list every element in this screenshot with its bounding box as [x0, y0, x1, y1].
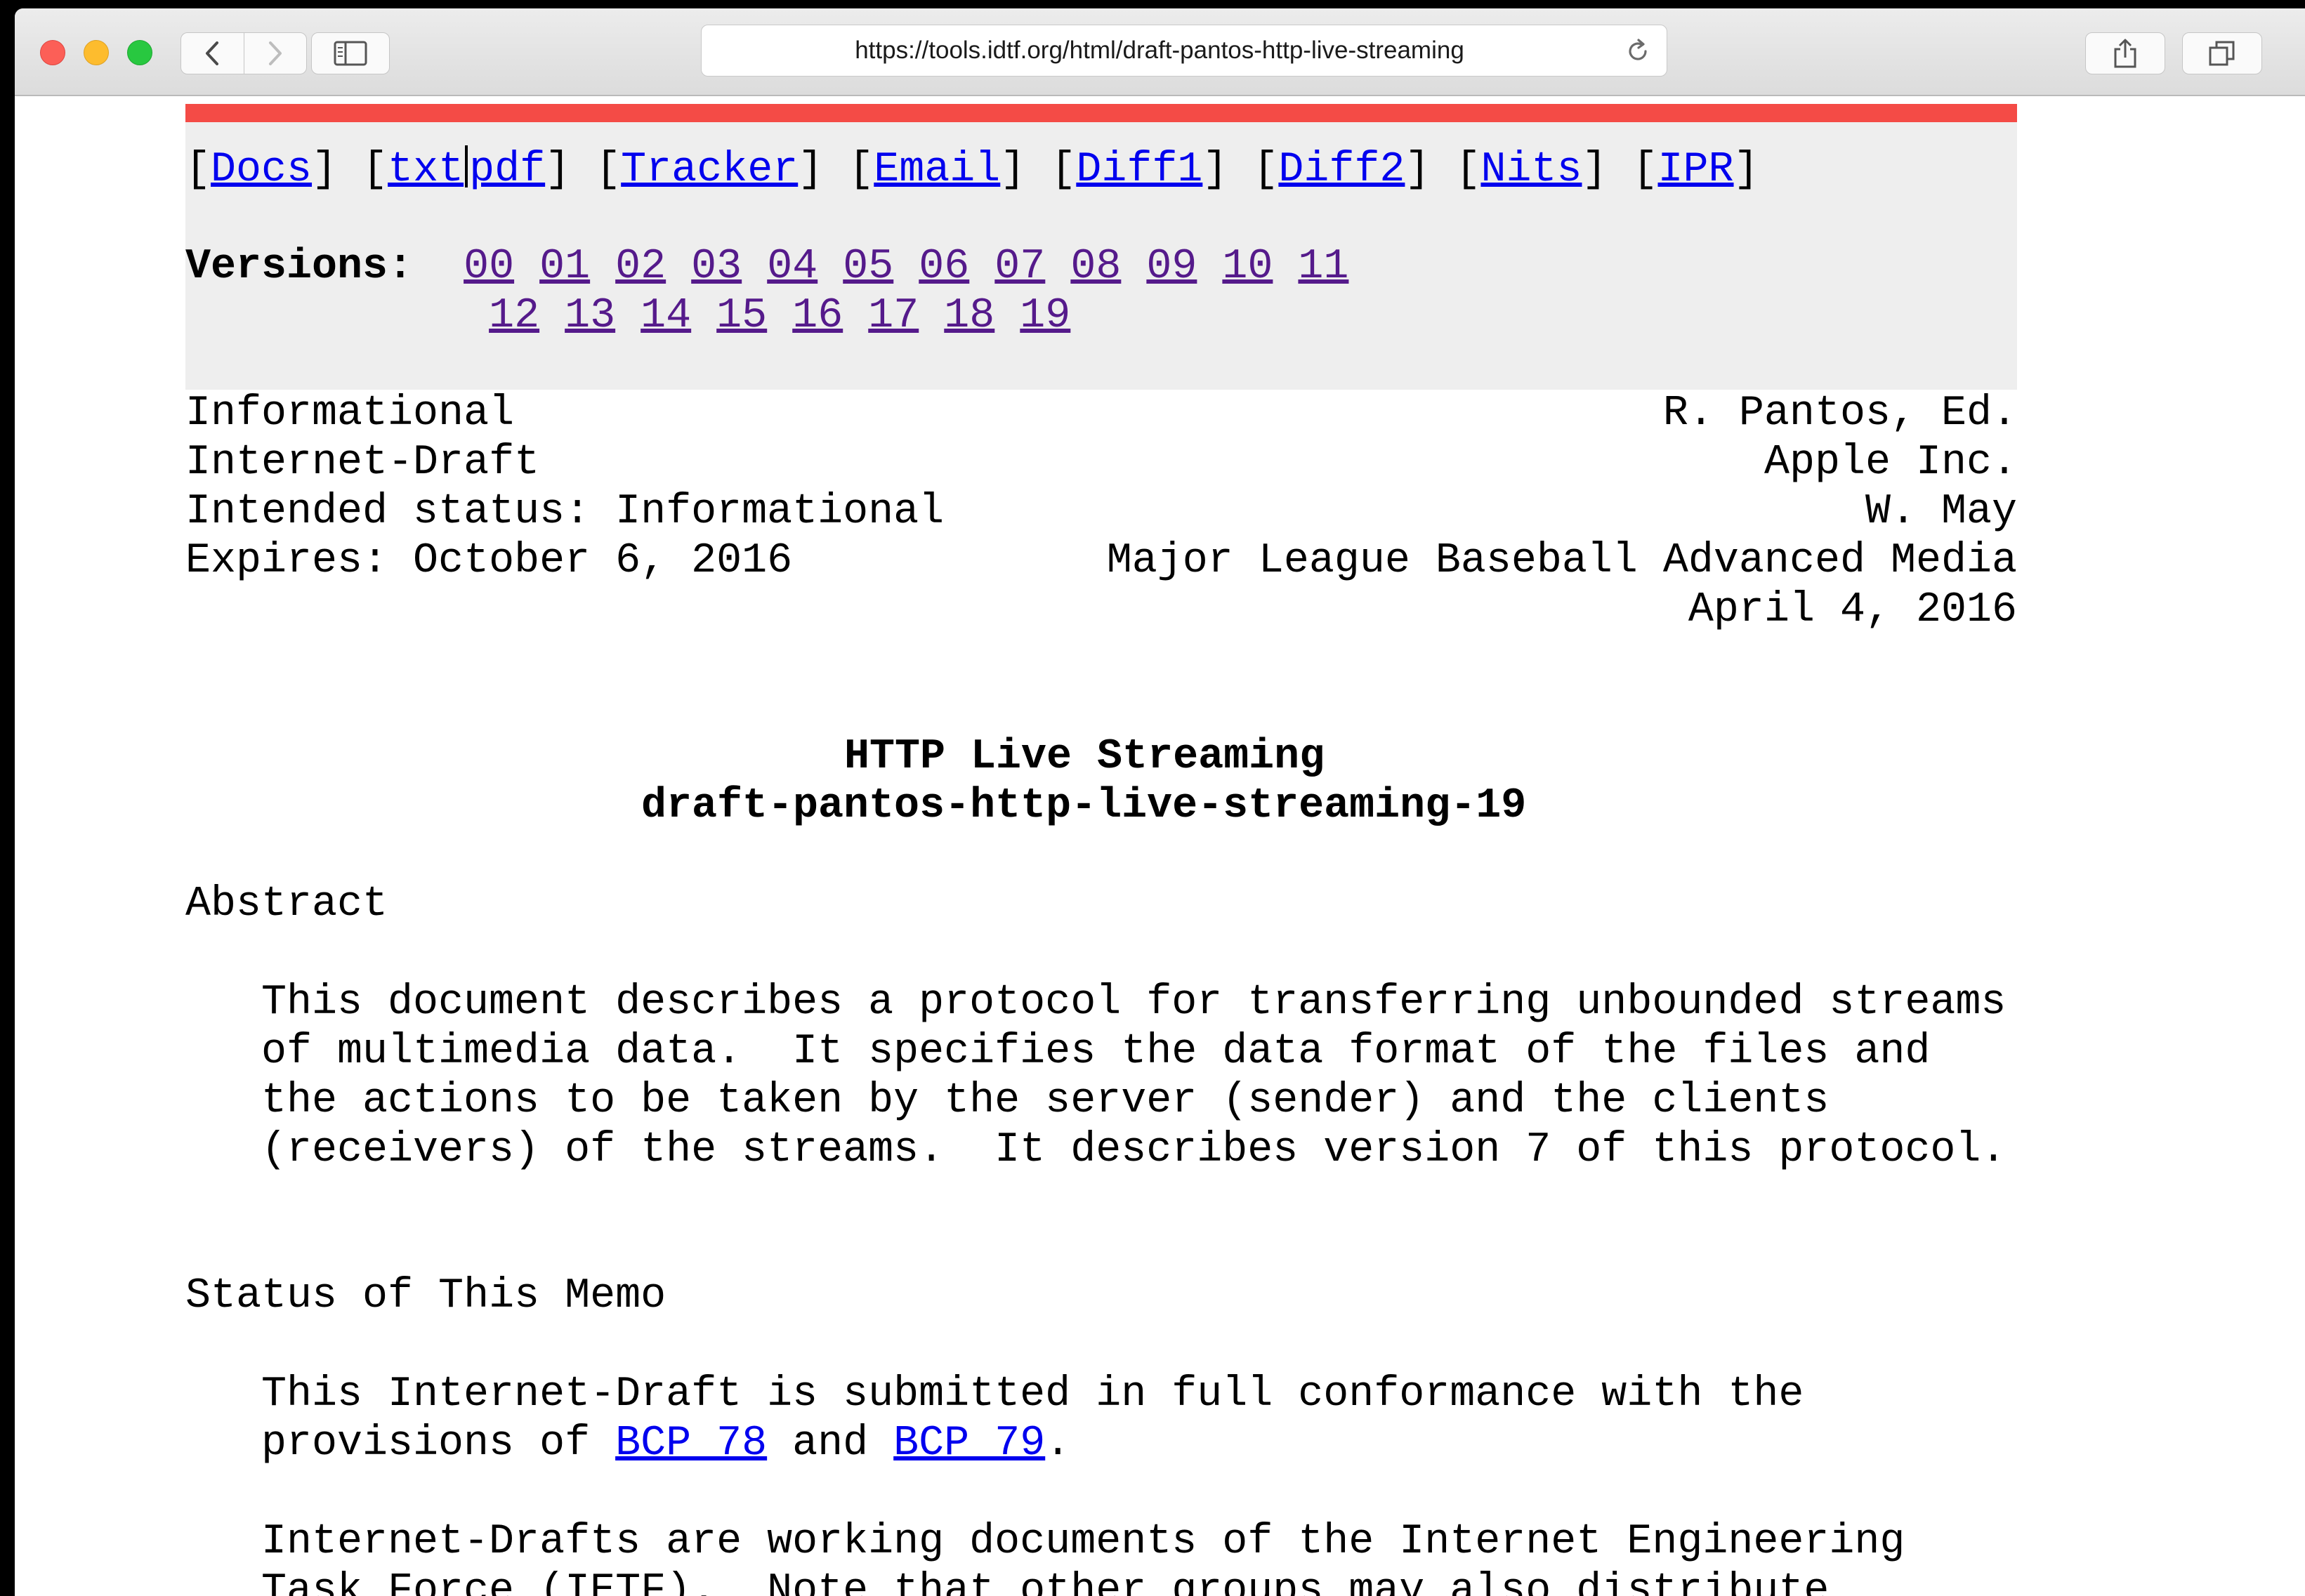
status-memo-text: and — [767, 1420, 894, 1468]
status-memo-line: This Internet-Draft is submitted in full… — [261, 1371, 1804, 1418]
maximize-window-button[interactable] — [127, 40, 152, 65]
status-memo-text: . — [1045, 1420, 1071, 1468]
version-link[interactable]: 17 — [868, 292, 919, 340]
share-button[interactable] — [2085, 32, 2165, 74]
version-link[interactable]: 13 — [565, 292, 615, 340]
abstract-heading: Abstract — [185, 881, 388, 928]
header-right-line: W. May — [1865, 488, 2017, 536]
navigation-buttons — [180, 32, 307, 74]
link-separator — [465, 145, 468, 187]
docs-link[interactable]: Docs — [211, 146, 312, 194]
tracker-link[interactable]: Tracker — [621, 146, 798, 194]
sidebar-icon — [334, 41, 367, 66]
abstract-line: (receivers) of the streams. It describes… — [261, 1126, 2007, 1174]
diff2-link[interactable]: Diff2 — [1278, 146, 1405, 194]
browser-toolbar: https://tools.idtf.org/html/draft-pantos… — [15, 8, 2305, 96]
header-right-line: April 4, 2016 — [1688, 586, 2017, 634]
version-link[interactable]: 18 — [944, 292, 994, 340]
version-link[interactable]: 11 — [1298, 243, 1348, 291]
versions-label: Versions: — [185, 243, 414, 291]
share-icon — [2114, 39, 2136, 68]
version-link[interactable]: 10 — [1222, 243, 1273, 291]
nits-link[interactable]: Nits — [1480, 146, 1582, 194]
forward-button[interactable] — [243, 33, 307, 74]
header-red-bar — [185, 104, 2017, 122]
chevron-right-icon — [268, 41, 282, 65]
header-right-line: Major League Baseball Advanced Media — [1106, 537, 2017, 585]
pdf-link[interactable]: pdf — [469, 146, 545, 194]
sidebar-button[interactable] — [311, 32, 390, 74]
header-left-line: Intended status: Informational — [185, 488, 945, 536]
status-memo-line: Internet-Drafts are working documents of… — [261, 1518, 1905, 1566]
version-link[interactable]: 19 — [1020, 292, 1070, 340]
version-link[interactable]: 04 — [767, 243, 817, 291]
email-link[interactable]: Email — [874, 146, 1000, 194]
header-left-line: Informational — [185, 390, 515, 437]
status-memo-line: provisions of BCP 78 and BCP 79. — [261, 1419, 1070, 1468]
address-bar[interactable]: https://tools.idtf.org/html/draft-pantos… — [701, 25, 1667, 77]
draft-name: draft-pantos-http-live-streaming-19 — [641, 782, 1527, 830]
txt-link[interactable]: txt — [388, 146, 464, 194]
abstract-line: of multimedia data. It specifies the dat… — [261, 1028, 1931, 1076]
version-link[interactable]: 07 — [994, 243, 1045, 291]
version-link[interactable]: 12 — [489, 292, 539, 340]
document-title: HTTP Live Streaming — [844, 733, 1325, 781]
status-memo-heading: Status of This Memo — [185, 1272, 666, 1320]
tabs-icon — [2209, 41, 2235, 66]
back-button[interactable] — [181, 33, 244, 74]
version-link[interactable]: 14 — [641, 292, 691, 340]
version-link[interactable]: 03 — [691, 243, 742, 291]
header-left-line: Internet-Draft — [185, 439, 540, 487]
versions-block: Versions: 00 01 02 03 04 05 06 07 08 09 … — [185, 242, 1348, 341]
version-link[interactable]: 00 — [464, 243, 514, 291]
version-link[interactable]: 16 — [792, 292, 843, 340]
version-link[interactable]: 08 — [1070, 243, 1121, 291]
chevron-left-icon — [206, 41, 219, 65]
browser-window: https://tools.idtf.org/html/draft-pantos… — [15, 8, 2305, 1596]
diff1-link[interactable]: Diff1 — [1076, 146, 1202, 194]
status-memo-text: provisions of — [261, 1420, 616, 1468]
version-link[interactable]: 05 — [843, 243, 893, 291]
url-text[interactable]: https://tools.idtf.org/html/draft-pantos… — [702, 25, 1617, 76]
ipr-link[interactable]: IPR — [1658, 146, 1734, 194]
header-right-line: Apple Inc. — [1764, 439, 2017, 487]
show-tabs-button[interactable] — [2182, 32, 2262, 74]
abstract-line: the actions to be taken by the server (s… — [261, 1077, 1830, 1125]
header-right-line: R. Pantos, Ed. — [1662, 390, 2017, 437]
reload-icon[interactable] — [1624, 38, 1651, 65]
status-memo-line: Task Force (IETF). Note that other group… — [261, 1567, 1830, 1596]
bcp78-link[interactable]: BCP 78 — [615, 1420, 767, 1468]
minimize-window-button[interactable] — [84, 40, 109, 65]
version-link[interactable]: 09 — [1146, 243, 1197, 291]
version-link[interactable]: 06 — [919, 243, 969, 291]
header-left-line: Expires: October 6, 2016 — [185, 537, 793, 585]
version-link[interactable]: 02 — [615, 243, 666, 291]
bcp79-link[interactable]: BCP 79 — [893, 1420, 1045, 1468]
page-content: [Docs] [txt pdf] [Tracker] [Email] [Diff1… — [15, 96, 2305, 1596]
close-window-button[interactable] — [40, 40, 65, 65]
version-link[interactable]: 15 — [716, 292, 767, 340]
abstract-line: This document describes a protocol for t… — [261, 979, 2007, 1027]
doc-links-row: [Docs] [txt pdf] [Tracker] [Email] [Diff1… — [185, 145, 1759, 194]
version-link[interactable]: 01 — [539, 243, 590, 291]
